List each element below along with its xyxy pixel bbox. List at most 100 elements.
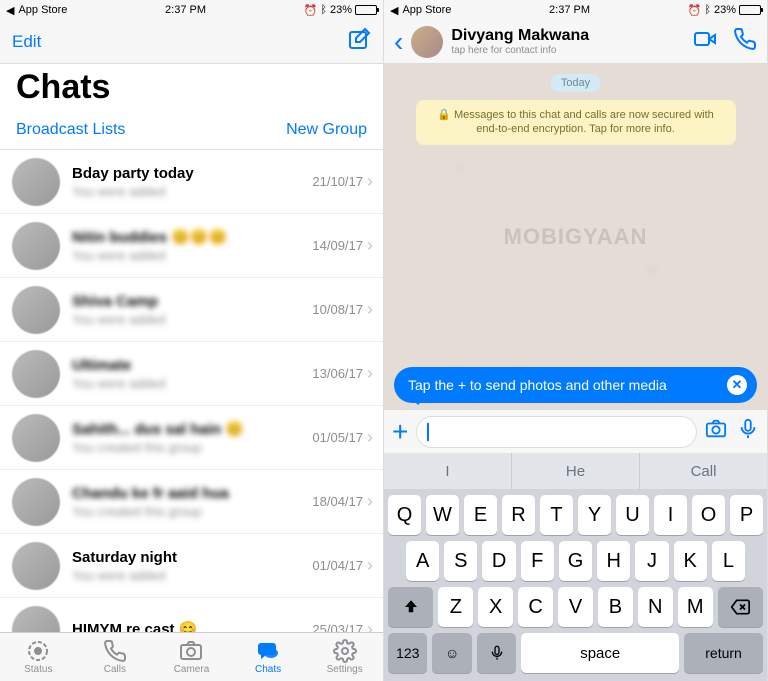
key-d[interactable]: D (482, 541, 515, 581)
chat-preview: You were added (72, 568, 306, 583)
key-u[interactable]: U (616, 495, 649, 535)
key-v[interactable]: V (558, 587, 593, 627)
key-m[interactable]: M (678, 587, 713, 627)
key-emoji[interactable]: ☺ (432, 633, 471, 673)
key-x[interactable]: X (478, 587, 513, 627)
tooltip-close-icon[interactable]: ✕ (727, 375, 747, 395)
chat-date: 01/05/17 (312, 430, 363, 445)
suggestion[interactable]: Call (640, 453, 767, 489)
chevron-right-icon: › (367, 171, 373, 192)
chat-date: 14/09/17 (312, 238, 363, 253)
key-shift[interactable] (388, 587, 433, 627)
key-f[interactable]: F (521, 541, 554, 581)
key-123[interactable]: 123 (388, 633, 427, 673)
camera-icon[interactable] (705, 418, 727, 445)
chat-name: Shiva Camp (72, 293, 306, 310)
broadcast-lists-link[interactable]: Broadcast Lists (16, 121, 125, 139)
tab-status-label: Status (24, 664, 52, 675)
status-time: 2:37 PM (549, 4, 590, 16)
key-e[interactable]: E (464, 495, 497, 535)
encryption-notice[interactable]: 🔒 Messages to this chat and calls are no… (416, 100, 736, 145)
chat-avatar (12, 606, 60, 633)
key-y[interactable]: Y (578, 495, 611, 535)
chat-preview: You were added (72, 312, 306, 327)
key-return[interactable]: return (684, 633, 763, 673)
tab-settings-label: Settings (327, 664, 363, 675)
suggestion[interactable]: He (512, 453, 640, 489)
chat-row[interactable]: HIMYM re cast 😊25/03/17› (0, 598, 383, 632)
phone-chats-list: ◀ App Store 2:37 PM ⏰ ᛒ 23% Edit Chats B… (0, 0, 384, 681)
chat-row[interactable]: Bday party todayYou were added21/10/17› (0, 150, 383, 214)
key-c[interactable]: C (518, 587, 553, 627)
chat-header: ‹ Divyang Makwana tap here for contact i… (384, 20, 767, 64)
key-p[interactable]: P (730, 495, 763, 535)
voice-call-icon[interactable] (733, 27, 757, 56)
chevron-right-icon: › (367, 363, 373, 384)
key-r[interactable]: R (502, 495, 535, 535)
tab-chats-label: Chats (255, 664, 281, 675)
key-t[interactable]: T (540, 495, 573, 535)
key-h[interactable]: H (597, 541, 630, 581)
back-to-app-label[interactable]: App Store (402, 4, 451, 16)
attach-plus-icon[interactable]: + (392, 418, 408, 446)
key-w[interactable]: W (426, 495, 459, 535)
chat-row[interactable]: Shiva CampYou were added10/08/17› (0, 278, 383, 342)
key-backspace[interactable] (718, 587, 763, 627)
chat-list[interactable]: Bday party todayYou were added21/10/17›N… (0, 150, 383, 632)
battery-icon (739, 5, 761, 15)
bluetooth-icon: ᛒ (320, 4, 327, 16)
tab-camera[interactable]: Camera (153, 633, 230, 681)
chat-preview: You were added (72, 248, 306, 263)
battery-icon (355, 5, 377, 15)
tooltip-text: Tap the + to send photos and other media (408, 377, 667, 393)
date-pill: Today (551, 74, 600, 92)
chat-date: 25/03/17 (312, 622, 363, 632)
key-l[interactable]: L (712, 541, 745, 581)
tab-camera-label: Camera (174, 664, 210, 675)
key-dictate[interactable] (477, 633, 516, 673)
suggestion[interactable]: I (384, 453, 512, 489)
media-tooltip[interactable]: Tap the + to send photos and other media… (394, 367, 757, 403)
key-g[interactable]: G (559, 541, 592, 581)
key-a[interactable]: A (406, 541, 439, 581)
tab-status[interactable]: Status (0, 633, 77, 681)
chat-date: 13/06/17 (312, 366, 363, 381)
key-j[interactable]: J (635, 541, 668, 581)
key-q[interactable]: Q (388, 495, 421, 535)
tab-calls[interactable]: Calls (77, 633, 154, 681)
tab-chats[interactable]: Chats (230, 633, 307, 681)
key-n[interactable]: N (638, 587, 673, 627)
key-z[interactable]: Z (438, 587, 473, 627)
key-o[interactable]: O (692, 495, 725, 535)
tab-settings[interactable]: Settings (306, 633, 383, 681)
chat-name: Sahith... dus sal hain 😊 (72, 420, 306, 438)
battery-percent: 23% (714, 4, 736, 16)
message-input[interactable] (416, 416, 697, 448)
chat-date: 18/04/17 (312, 494, 363, 509)
chat-row[interactable]: Sahith... dus sal hain 😊You created this… (0, 406, 383, 470)
back-to-app-label[interactable]: App Store (18, 4, 67, 16)
chat-body[interactable]: Today 🔒 Messages to this chat and calls … (384, 64, 767, 409)
contact-title[interactable]: Divyang Makwana tap here for contact inf… (451, 27, 685, 56)
video-call-icon[interactable] (693, 27, 717, 56)
key-k[interactable]: K (674, 541, 707, 581)
key-i[interactable]: I (654, 495, 687, 535)
key-space[interactable]: space (521, 633, 679, 673)
chat-avatar (12, 286, 60, 334)
chat-preview: You were added (72, 184, 306, 199)
key-b[interactable]: B (598, 587, 633, 627)
edit-button[interactable]: Edit (12, 32, 41, 52)
chat-row[interactable]: Chandu ke fr aaid huaYou created this gr… (0, 470, 383, 534)
chat-row[interactable]: Nitin buddies 😊😊😊You were added14/09/17› (0, 214, 383, 278)
chat-row[interactable]: UltimateYou were added13/06/17› (0, 342, 383, 406)
key-s[interactable]: S (444, 541, 477, 581)
new-group-link[interactable]: New Group (286, 121, 367, 139)
chat-row[interactable]: Saturday nightYou were added01/04/17› (0, 534, 383, 598)
back-button[interactable]: ‹ (394, 28, 403, 56)
mic-icon[interactable] (737, 418, 759, 445)
watermark: MOBIGYAAN (504, 224, 648, 250)
status-bar: ◀ App Store 2:37 PM ⏰ ᛒ 23% (384, 0, 767, 20)
compose-icon[interactable] (347, 27, 371, 56)
contact-avatar[interactable] (411, 26, 443, 58)
chevron-right-icon: › (367, 235, 373, 256)
